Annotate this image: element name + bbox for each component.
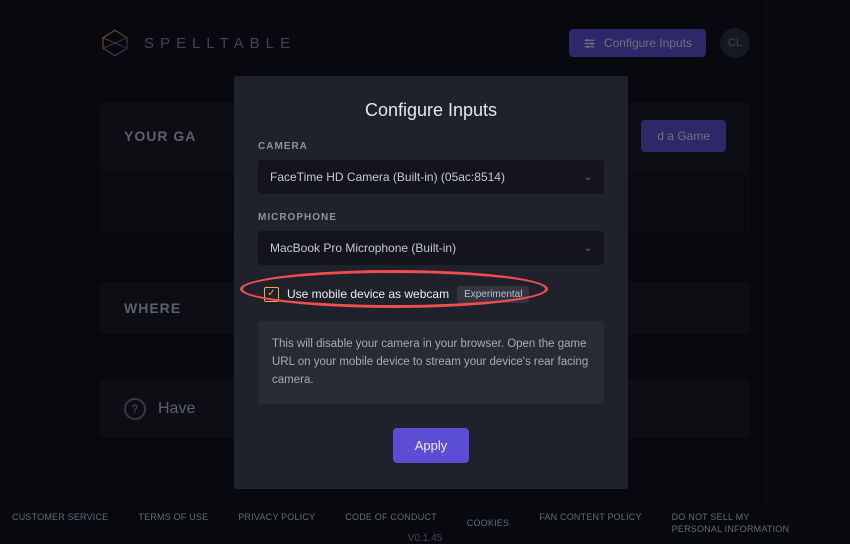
footer-privacy[interactable]: PRIVACY POLICY xyxy=(238,511,315,536)
checkbox-checked-icon: ✓ xyxy=(264,287,279,302)
footer-do-not-sell[interactable]: DO NOT SELL MY PERSONAL INFORMATION xyxy=(672,511,792,536)
microphone-label: MICROPHONE xyxy=(258,212,604,223)
mobile-webcam-checkbox[interactable]: ✓ Use mobile device as webcam Experiment… xyxy=(258,284,535,305)
footer-terms[interactable]: TERMS OF USE xyxy=(138,511,208,536)
mobile-webcam-info: This will disable your camera in your br… xyxy=(258,321,604,404)
version-label: V0.1.45 xyxy=(408,533,442,544)
camera-value: FaceTime HD Camera (Built-in) (05ac:8514… xyxy=(270,170,505,184)
mobile-webcam-label: Use mobile device as webcam xyxy=(287,287,449,301)
apply-label: Apply xyxy=(415,438,448,453)
modal-title: Configure Inputs xyxy=(258,100,604,121)
chevron-down-icon: ⌄ xyxy=(584,172,592,183)
footer-cookies[interactable]: COOKIES xyxy=(467,517,509,530)
configure-inputs-modal: Configure Inputs CAMERA FaceTime HD Came… xyxy=(234,76,628,489)
microphone-value: MacBook Pro Microphone (Built-in) xyxy=(270,241,456,255)
microphone-select[interactable]: MacBook Pro Microphone (Built-in) ⌄ xyxy=(258,231,604,265)
experimental-badge: Experimental xyxy=(457,286,529,303)
chevron-down-icon: ⌄ xyxy=(584,243,592,254)
footer-customer-service[interactable]: CUSTOMER SERVICE xyxy=(12,511,108,536)
camera-label: CAMERA xyxy=(258,141,604,152)
apply-button[interactable]: Apply xyxy=(393,428,470,463)
camera-select[interactable]: FaceTime HD Camera (Built-in) (05ac:8514… xyxy=(258,160,604,194)
footer-fan-content[interactable]: FAN CONTENT POLICY xyxy=(539,511,641,536)
